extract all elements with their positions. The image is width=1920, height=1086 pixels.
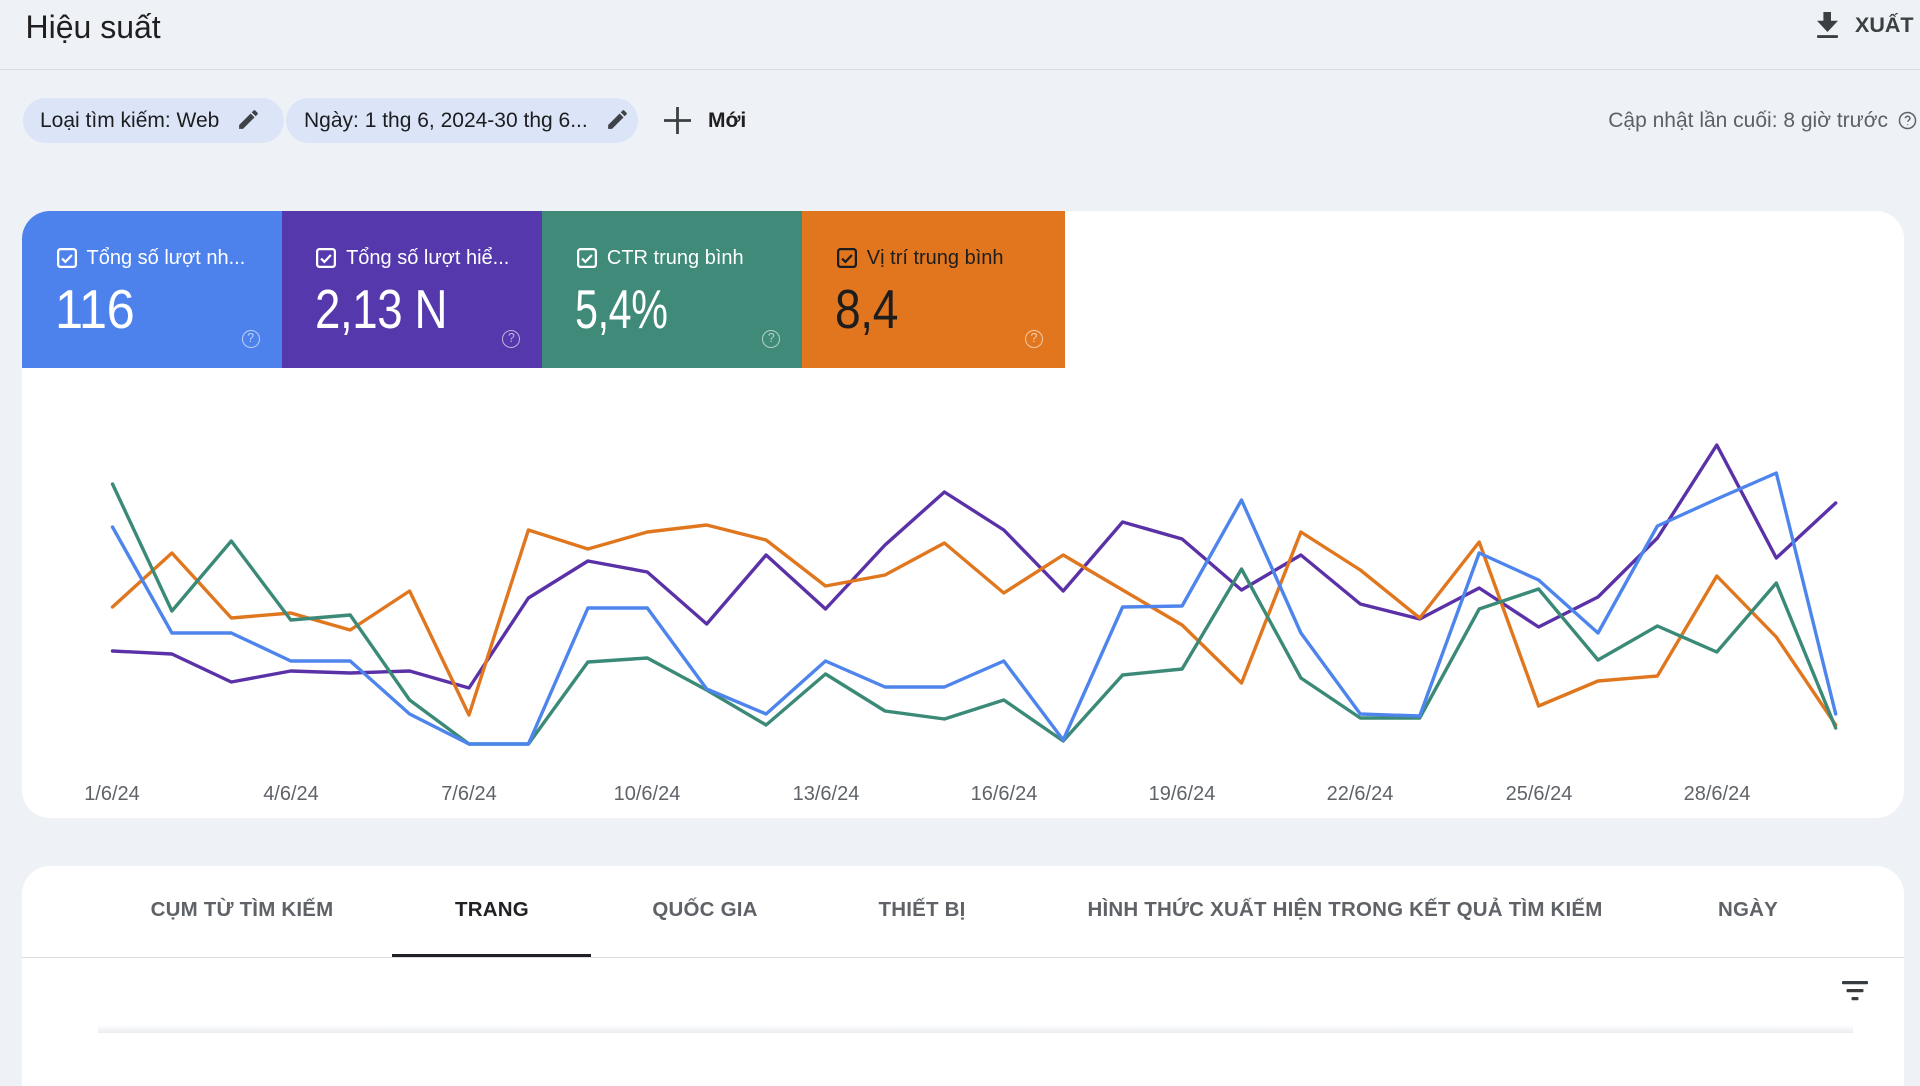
svg-text:16/6/24: 16/6/24	[971, 783, 1038, 805]
svg-text:7/6/24: 7/6/24	[441, 783, 497, 805]
svg-text:22/6/24: 22/6/24	[1327, 783, 1394, 805]
svg-text:19/6/24: 19/6/24	[1149, 783, 1216, 805]
svg-text:1/6/24: 1/6/24	[84, 783, 140, 805]
svg-text:13/6/24: 13/6/24	[793, 783, 860, 805]
svg-text:4/6/24: 4/6/24	[263, 783, 319, 805]
svg-text:28/6/24: 28/6/24	[1684, 783, 1751, 805]
svg-text:25/6/24: 25/6/24	[1506, 783, 1573, 805]
svg-text:10/6/24: 10/6/24	[614, 783, 681, 805]
